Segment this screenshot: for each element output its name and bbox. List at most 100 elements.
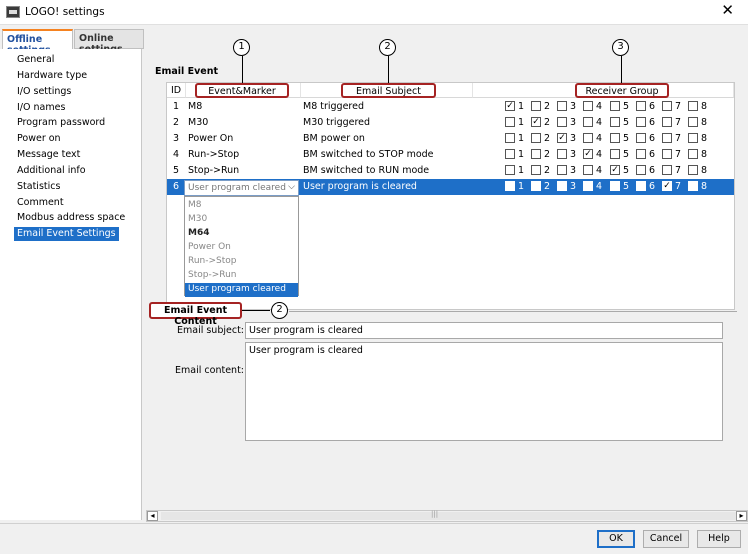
sidebar-item-message-text[interactable]: Message text xyxy=(14,148,83,162)
row-subject[interactable]: M30 triggered xyxy=(303,117,370,128)
receiver-group-checkbox[interactable] xyxy=(636,101,646,111)
row-id: 6 xyxy=(173,181,180,192)
receiver-group-checkbox[interactable] xyxy=(636,181,646,191)
row-event[interactable]: M30 xyxy=(188,117,208,128)
receiver-group-checkbox[interactable] xyxy=(636,117,646,127)
row-subject[interactable]: M8 triggered xyxy=(303,101,364,112)
receiver-group-checkbox[interactable] xyxy=(662,165,672,175)
table-row[interactable]: 4 Run->Stop BM switched to STOP mode 1 2 3 ✓ 4 5… xyxy=(167,147,734,163)
row-subject[interactable]: BM switched to RUN mode xyxy=(303,165,429,176)
receiver-group-checkbox[interactable] xyxy=(531,149,541,159)
receiver-group-checkbox[interactable] xyxy=(583,165,593,175)
sidebar-item-io-names[interactable]: I/O names xyxy=(14,101,68,115)
receiver-group-checkbox[interactable] xyxy=(688,149,698,159)
receiver-group-checkbox[interactable] xyxy=(583,117,593,127)
row-event[interactable]: Power On xyxy=(188,133,233,144)
email-content-textarea[interactable]: User program is cleared xyxy=(245,342,723,441)
receiver-group-number: 8 xyxy=(701,165,708,176)
scroll-left-icon[interactable]: ◂ xyxy=(147,511,158,521)
event-dropdown[interactable]: User program cleared ⌵ xyxy=(184,180,299,196)
receiver-group-checkbox[interactable] xyxy=(636,165,646,175)
receiver-group-checkbox[interactable] xyxy=(662,101,672,111)
sidebar-item-hardware-type[interactable]: Hardware type xyxy=(14,69,90,83)
receiver-group-checkbox[interactable]: ✓ xyxy=(662,181,672,191)
help-button[interactable]: Help xyxy=(697,530,741,548)
receiver-group-checkbox[interactable] xyxy=(557,149,567,159)
receiver-group-checkbox[interactable] xyxy=(610,149,620,159)
receiver-group-checkbox[interactable] xyxy=(531,133,541,143)
receiver-group-checkbox[interactable] xyxy=(636,149,646,159)
receiver-group-checkbox[interactable] xyxy=(610,101,620,111)
receiver-group-checkbox[interactable] xyxy=(610,133,620,143)
dropdown-option[interactable]: User program cleared xyxy=(185,283,298,297)
table-row[interactable]: 3 Power On BM power on 1 2 ✓ 3 4 5 6 7 8 xyxy=(167,131,734,147)
receiver-group-checkbox[interactable] xyxy=(610,117,620,127)
receiver-group-checkbox[interactable] xyxy=(505,117,515,127)
receiver-group-checkbox[interactable] xyxy=(531,101,541,111)
tab-online-settings[interactable]: Online settings xyxy=(74,29,144,55)
receiver-group-checkbox[interactable] xyxy=(505,165,515,175)
sidebar-item-io-settings[interactable]: I/O settings xyxy=(14,85,74,99)
sidebar-item-statistics[interactable]: Statistics xyxy=(14,180,63,194)
dropdown-option[interactable]: Run->Stop xyxy=(185,255,298,269)
sidebar-item-general[interactable]: General xyxy=(14,53,57,67)
dropdown-option[interactable]: Power On xyxy=(185,241,298,255)
receiver-group-checkbox[interactable] xyxy=(688,181,698,191)
sidebar-item-modbus-address-space[interactable]: Modbus address space xyxy=(14,211,128,225)
receiver-group-checkbox[interactable] xyxy=(505,133,515,143)
receiver-group-checkbox[interactable] xyxy=(557,165,567,175)
receiver-group-checkbox[interactable]: ✓ xyxy=(557,133,567,143)
row-event[interactable]: Stop->Run xyxy=(188,165,239,176)
receiver-group-checkbox[interactable]: ✓ xyxy=(531,117,541,127)
row-event[interactable]: Run->Stop xyxy=(188,149,239,160)
row-event[interactable]: M8 xyxy=(188,101,202,112)
receiver-group-checkbox[interactable] xyxy=(583,101,593,111)
sidebar-item-power-on[interactable]: Power on xyxy=(14,132,64,146)
receiver-group-checkbox[interactable] xyxy=(688,101,698,111)
receiver-group-checkbox[interactable] xyxy=(688,165,698,175)
receiver-group-checkbox[interactable] xyxy=(662,149,672,159)
receiver-group-number: 8 xyxy=(701,181,708,192)
tab-offline-settings[interactable]: Offline settings xyxy=(2,29,73,56)
dropdown-option[interactable]: M8 xyxy=(185,199,298,213)
receiver-group-checkbox[interactable]: ✓ xyxy=(610,165,620,175)
receiver-group-checkbox[interactable] xyxy=(557,101,567,111)
cancel-button[interactable]: Cancel xyxy=(643,530,689,548)
receiver-group-checkbox[interactable] xyxy=(505,181,515,191)
receiver-group-checkbox[interactable] xyxy=(531,165,541,175)
close-icon[interactable]: ✕ xyxy=(721,3,734,18)
receiver-group-checkbox[interactable] xyxy=(610,181,620,191)
receiver-group-checkbox[interactable] xyxy=(688,117,698,127)
ok-button[interactable]: OK xyxy=(597,530,635,548)
receiver-group-checkbox[interactable] xyxy=(662,133,672,143)
chevron-down-icon[interactable]: ⌵ xyxy=(288,182,295,192)
dropdown-option[interactable]: M64 xyxy=(185,227,298,241)
receiver-group-checkbox[interactable] xyxy=(636,133,646,143)
table-row[interactable]: 5 Stop->Run BM switched to RUN mode 1 2 3 4 ✓ 5 6… xyxy=(167,163,734,179)
sidebar-item-email-event-settings[interactable]: Email Event Settings xyxy=(14,227,119,241)
horizontal-scrollbar[interactable]: ◂ ▸ xyxy=(146,510,748,522)
receiver-group-checkbox[interactable] xyxy=(557,117,567,127)
receiver-group-checkbox[interactable]: ✓ xyxy=(583,149,593,159)
receiver-group-checkbox[interactable] xyxy=(557,181,567,191)
receiver-group-checkbox[interactable] xyxy=(583,181,593,191)
receiver-group-checkbox[interactable] xyxy=(688,133,698,143)
receiver-group-checkbox[interactable] xyxy=(505,149,515,159)
row-subject[interactable]: BM switched to STOP mode xyxy=(303,149,434,160)
dropdown-option[interactable]: M30 xyxy=(185,213,298,227)
table-row[interactable]: 1 M8 M8 triggered ✓ 1 2 3 4 5 6 7 8 xyxy=(167,99,734,115)
row-subject[interactable]: BM power on xyxy=(303,133,365,144)
scroll-right-icon[interactable]: ▸ xyxy=(736,511,747,521)
receiver-group-checkbox[interactable] xyxy=(662,117,672,127)
sidebar-item-program-password[interactable]: Program password xyxy=(14,116,108,130)
receiver-group-checkbox[interactable]: ✓ xyxy=(505,101,515,111)
scrollbar-thumb[interactable] xyxy=(161,510,736,520)
table-row[interactable]: 2 M30 M30 triggered 1 ✓ 2 3 4 5 6 7 8 xyxy=(167,115,734,131)
receiver-group-checkbox[interactable] xyxy=(583,133,593,143)
email-subject-input[interactable]: User program is cleared xyxy=(245,322,723,339)
sidebar-item-additional-info[interactable]: Additional info xyxy=(14,164,89,178)
dropdown-option[interactable]: Stop->Run xyxy=(185,269,298,283)
receiver-group-checkbox[interactable] xyxy=(531,181,541,191)
row-subject[interactable]: User program is cleared xyxy=(303,181,417,192)
sidebar-item-comment[interactable]: Comment xyxy=(14,196,67,210)
